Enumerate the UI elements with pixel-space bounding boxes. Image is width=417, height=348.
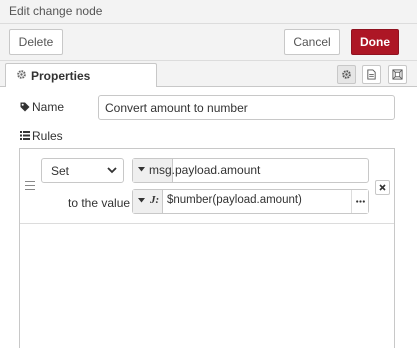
rules-label-text: Rules: [32, 129, 63, 143]
delete-button[interactable]: Delete: [9, 29, 63, 55]
ellipsis-icon: [356, 200, 365, 203]
tab-properties-label: Properties: [31, 69, 91, 83]
rule-target-type-label: msg.: [149, 163, 176, 177]
close-icon: [379, 184, 386, 191]
dialog-titlebar: Edit change node: [0, 0, 417, 24]
to-the-value-label: to the value: [68, 196, 131, 210]
rule-value-expression[interactable]: $number(payload.amount): [167, 194, 302, 206]
gear-icon: [17, 70, 26, 79]
gear-icon: [342, 70, 351, 79]
rule-target-field[interactable]: msg. payload.amount: [132, 158, 369, 183]
tab-description[interactable]: [362, 65, 381, 84]
name-input[interactable]: [98, 95, 395, 120]
document-icon: [367, 69, 376, 80]
expand-expression-button[interactable]: [351, 190, 368, 213]
dialog-button-bar: Delete Cancel Done: [0, 24, 417, 61]
rule-target-value[interactable]: payload.amount: [175, 163, 260, 177]
tab-appearance[interactable]: [388, 65, 407, 84]
remove-rule-button[interactable]: [375, 180, 390, 195]
done-button[interactable]: Done: [351, 29, 399, 55]
rules-list: Set msg. payload.amount to the value J: …: [19, 148, 395, 348]
rule-action-select[interactable]: Set: [41, 158, 124, 183]
properties-panel: Name Rules Set: [0, 87, 417, 348]
list-icon: [20, 131, 30, 140]
jsonata-icon: J:: [150, 194, 160, 206]
tab-properties[interactable]: Properties: [5, 63, 157, 88]
dialog-title: Edit change node: [9, 4, 103, 18]
frame-icon: [392, 69, 403, 80]
name-label-text: Name: [32, 100, 65, 114]
rule-action-value: Set: [51, 164, 70, 178]
caret-down-icon: [138, 198, 145, 203]
chevron-down-icon: [107, 167, 117, 174]
cancel-button[interactable]: Cancel: [284, 29, 340, 55]
rule-value-field[interactable]: J: $number(payload.amount): [132, 189, 369, 214]
tag-icon: [20, 102, 30, 112]
rule-value-type[interactable]: J:: [133, 190, 163, 213]
tab-settings[interactable]: [337, 65, 356, 84]
tab-bar: Properties: [0, 61, 417, 88]
rule-item: Set msg. payload.amount to the value J: …: [20, 149, 394, 224]
rule-target-type[interactable]: msg.: [133, 159, 176, 182]
caret-down-icon: [138, 167, 145, 172]
drag-handle-icon[interactable]: [25, 181, 35, 190]
